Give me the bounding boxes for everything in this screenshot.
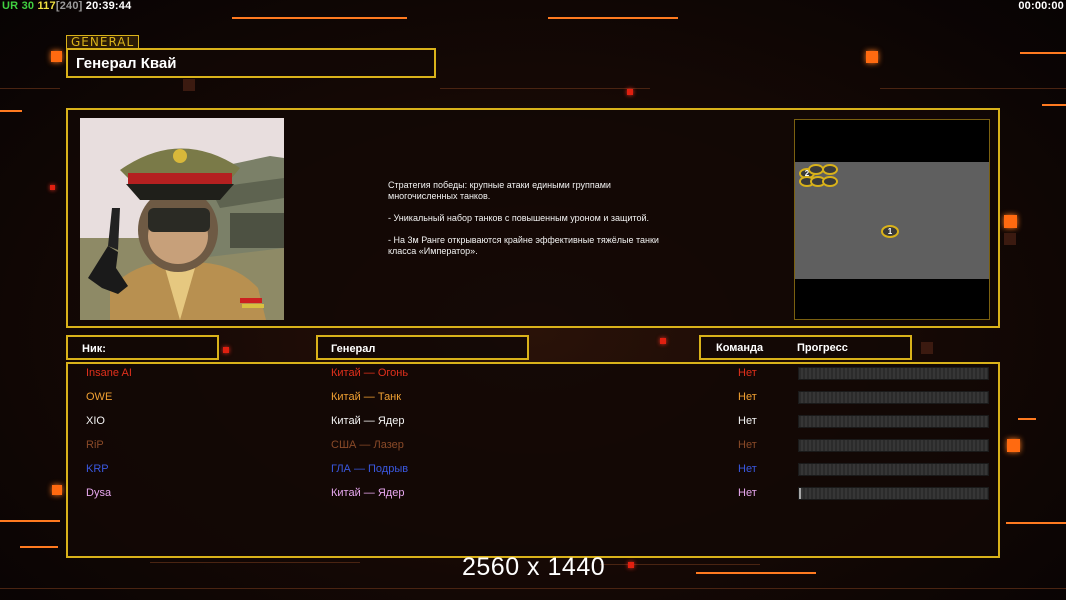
player-general: Китай — Ядер bbox=[331, 415, 405, 427]
general-description: Стратегия победы: крупные атаки едиными … bbox=[388, 180, 728, 268]
nick-header: Ник: bbox=[82, 343, 106, 355]
player-team: Нет bbox=[738, 463, 757, 475]
deco-square bbox=[921, 342, 933, 354]
deco-line bbox=[0, 110, 22, 112]
hud-value: 117 bbox=[37, 0, 56, 12]
player-progress-bar bbox=[798, 391, 989, 404]
deco-line bbox=[150, 562, 360, 563]
general-name-box: Генерал Квай bbox=[66, 48, 436, 78]
deco-line bbox=[1020, 52, 1066, 54]
deco-square bbox=[1004, 233, 1016, 245]
progress-fill bbox=[799, 488, 801, 499]
hud-timer: 00:00:00 bbox=[1018, 0, 1064, 12]
player-general: ГЛА — Подрыв bbox=[331, 463, 409, 475]
player-nick: RiP bbox=[86, 439, 104, 451]
deco-line bbox=[0, 88, 60, 89]
general-name: Генерал Квай bbox=[76, 55, 177, 72]
deco-square bbox=[627, 89, 633, 95]
player-nick: OWE bbox=[86, 391, 113, 403]
player-team: Нет bbox=[738, 487, 757, 499]
player-team: Нет bbox=[738, 391, 757, 403]
player-nick: XIO bbox=[86, 415, 105, 427]
deco-line bbox=[20, 546, 58, 548]
deco-line bbox=[548, 17, 678, 19]
deco-line bbox=[0, 520, 60, 522]
deco-line bbox=[1006, 522, 1066, 524]
minimap: 2 1 bbox=[794, 119, 990, 320]
hud-left: UR 30 117[240] 20:39:44 bbox=[2, 0, 131, 12]
hud-bracket-value: [240] bbox=[55, 0, 83, 12]
deco-square bbox=[183, 79, 195, 91]
player-nick: KRP bbox=[86, 463, 109, 475]
deco-line bbox=[440, 88, 650, 89]
start-position bbox=[822, 164, 838, 175]
player-general: США — Лазер bbox=[331, 439, 404, 451]
deco-line bbox=[232, 17, 407, 19]
player-progress-bar bbox=[798, 487, 989, 500]
deco-square bbox=[628, 562, 634, 568]
player-row: XIO Китай — Ядер Нет bbox=[0, 415, 1066, 439]
player-row: Insane AI Китай — Огонь Нет bbox=[0, 367, 1066, 391]
deco-line bbox=[696, 572, 816, 574]
deco-square bbox=[1004, 215, 1017, 228]
resolution-label: 2560 x 1440 bbox=[462, 553, 606, 581]
hud-prefix: UR bbox=[2, 0, 19, 12]
deco-line bbox=[880, 88, 1066, 89]
deco-square bbox=[51, 51, 62, 62]
deco-square bbox=[50, 185, 55, 190]
start-position: 1 bbox=[881, 225, 899, 238]
team-header: Команда bbox=[716, 342, 764, 354]
deco-square bbox=[223, 347, 229, 353]
general-portrait-image bbox=[80, 118, 284, 320]
general-header-box: Генерал bbox=[316, 335, 529, 360]
description-line: - Уникальный набор танков с повышенным у… bbox=[388, 213, 649, 223]
general-header: Генерал bbox=[331, 343, 376, 355]
player-team: Нет bbox=[738, 415, 757, 427]
player-row: Dysa Китай — Ядер Нет bbox=[0, 487, 1066, 511]
start-position bbox=[822, 176, 838, 187]
player-row: RiP США — Лазер Нет bbox=[0, 439, 1066, 463]
player-general: Китай — Ядер bbox=[331, 487, 405, 499]
player-row: KRP ГЛА — Подрыв Нет bbox=[0, 463, 1066, 487]
player-progress-bar bbox=[798, 439, 989, 452]
player-general: Китай — Огонь bbox=[331, 367, 409, 379]
player-progress-bar bbox=[798, 415, 989, 428]
player-row: OWE Китай — Танк Нет bbox=[0, 391, 1066, 415]
player-team: Нет bbox=[738, 367, 757, 379]
general-portrait bbox=[80, 118, 284, 320]
player-progress-bar bbox=[798, 367, 989, 380]
player-nick: Insane AI bbox=[86, 367, 132, 379]
team-progress-header-box: Команда Прогресс bbox=[699, 335, 912, 360]
deco-line bbox=[0, 588, 1066, 589]
description-line: - На 3м Ранге открываются крайне эффекти… bbox=[388, 235, 659, 256]
deco-line bbox=[1042, 104, 1066, 106]
nick-header-box: Ник: bbox=[66, 335, 219, 360]
deco-line bbox=[600, 564, 760, 565]
progress-header: Прогресс bbox=[797, 342, 848, 354]
hud-clock: 20:39:44 bbox=[85, 0, 132, 12]
deco-square bbox=[660, 338, 666, 344]
description-line: Стратегия победы: крупные атаки едиными … bbox=[388, 180, 611, 201]
player-progress-bar bbox=[798, 463, 989, 476]
player-nick: Dysa bbox=[86, 487, 112, 499]
deco-square bbox=[866, 51, 878, 63]
player-team: Нет bbox=[738, 439, 757, 451]
player-general: Китай — Танк bbox=[331, 391, 402, 403]
hud-fps: 30 bbox=[21, 0, 35, 12]
